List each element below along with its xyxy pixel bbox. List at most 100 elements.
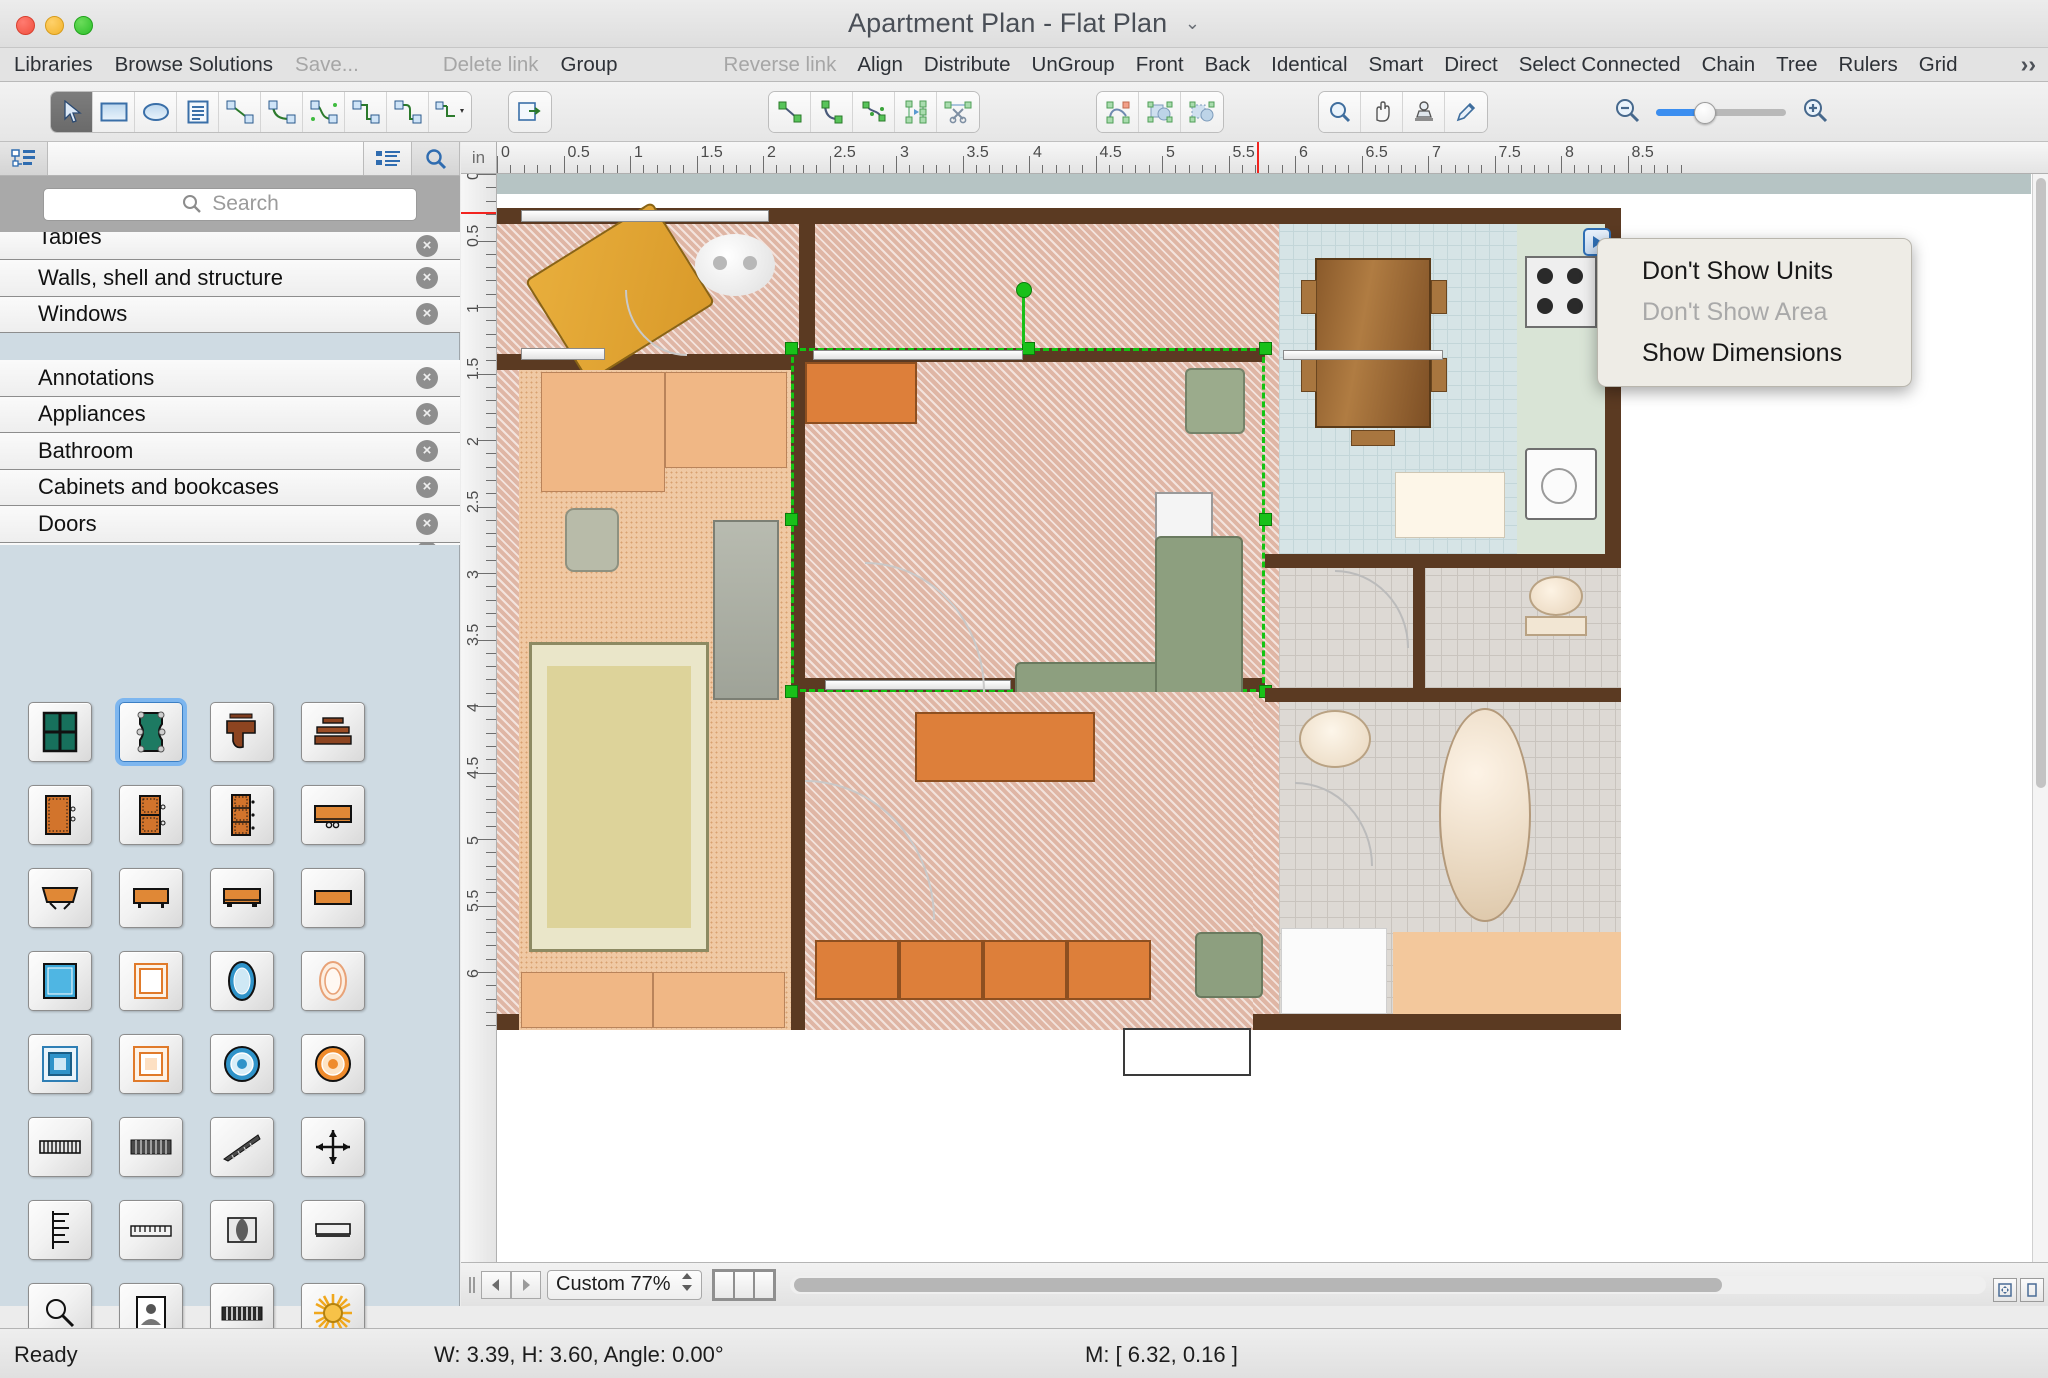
measure-ruler-shape[interactable]: [118, 1199, 183, 1260]
shape-cell[interactable]: [105, 1022, 196, 1105]
toolbar-group-insert[interactable]: [508, 91, 552, 133]
rug-square-blue-shape[interactable]: [27, 950, 92, 1011]
library-row-windows[interactable]: Windows ×: [0, 296, 460, 333]
context-menu-item-dont-show-units[interactable]: Don't Show Units: [1598, 251, 1911, 292]
menu-item-front[interactable]: Front: [1136, 53, 1184, 77]
rug-round-blue-shape[interactable]: [209, 1033, 274, 1094]
union-shapes-tool[interactable]: [1139, 92, 1181, 132]
cabinet-tall-shape[interactable]: [27, 784, 92, 845]
radiator-shape[interactable]: [27, 1116, 92, 1177]
north-arrow-shape[interactable]: [300, 1116, 365, 1177]
window-double-casement-shape[interactable]: [27, 701, 92, 762]
window-kitchen[interactable]: [1283, 350, 1443, 360]
library-search-bar[interactable]: Search: [0, 176, 460, 232]
stamp-tool[interactable]: [1403, 92, 1445, 132]
round-table-shape[interactable]: [695, 234, 775, 296]
menu-item-chain[interactable]: Chain: [1702, 53, 1756, 77]
zoom-slider[interactable]: [1656, 102, 1786, 124]
shape-cell[interactable]: [14, 1022, 105, 1105]
canvas-bottom-bar[interactable]: Custom 77%: [461, 1262, 2048, 1306]
library-row-doors[interactable]: Doors ×: [0, 506, 460, 543]
office-chair[interactable]: [565, 508, 619, 572]
library-tree-icon[interactable]: [0, 142, 48, 175]
eyedropper-tool[interactable]: [1445, 92, 1487, 132]
dining-chair-4[interactable]: [1431, 358, 1447, 392]
shape-cell[interactable]: [105, 939, 196, 1022]
vertical-scrollbar[interactable]: [2032, 174, 2048, 1262]
menu-item-rulers[interactable]: Rulers: [1839, 53, 1898, 77]
table-stack-shape[interactable]: [300, 701, 365, 762]
page-tab-3[interactable]: [754, 1271, 773, 1298]
library-panel[interactable]: Search Tables × Walls, shell and structu…: [0, 142, 460, 1378]
rug-nested-square-blue-shape[interactable]: [27, 1033, 92, 1094]
toolbar-group-draw[interactable]: [50, 91, 472, 133]
right-angle-connector-tool[interactable]: [345, 92, 387, 132]
edit-node-tool[interactable]: [1097, 92, 1139, 132]
shape-cell[interactable]: [14, 1105, 105, 1188]
shape-cell[interactable]: [287, 939, 378, 1022]
table-rect-shape[interactable]: [300, 784, 365, 845]
shape-cell[interactable]: [196, 856, 287, 939]
insert-picture-tool[interactable]: [509, 92, 551, 132]
library-list-icon[interactable]: [364, 142, 412, 175]
text-tool[interactable]: [177, 92, 219, 132]
shape-cell[interactable]: [105, 1105, 196, 1188]
close-icon[interactable]: ×: [416, 439, 438, 462]
library-search-icon[interactable]: [412, 142, 460, 175]
toilet-bowl[interactable]: [1529, 576, 1583, 616]
zoom-in-icon[interactable]: [1800, 96, 1830, 129]
shape-cell[interactable]: [14, 1188, 105, 1271]
cabinet-bottom-left-2[interactable]: [653, 972, 785, 1028]
straight-connector-tool[interactable]: [219, 92, 261, 132]
library-row-annotations[interactable]: Annotations ×: [0, 360, 460, 397]
menubar-mid-group[interactable]: Delete link Group: [443, 53, 618, 77]
dining-chair-3[interactable]: [1431, 280, 1447, 314]
cabinet-bottom-left[interactable]: [521, 972, 653, 1028]
menubar-left-group[interactable]: Libraries Browse Solutions Save...: [14, 53, 359, 77]
dining-chair-2[interactable]: [1301, 358, 1317, 392]
fit-page-icon[interactable]: [1993, 1278, 2017, 1302]
shape-cell[interactable]: [105, 690, 196, 773]
shape-cell[interactable]: [287, 690, 378, 773]
shape-cell[interactable]: [105, 773, 196, 856]
rug-oval-blue-shape[interactable]: [209, 950, 274, 1011]
next-page-icon[interactable]: [511, 1270, 541, 1299]
library-row-building-core[interactable]: Building core ×: [0, 542, 460, 545]
cabinet-three-drawer-shape[interactable]: [209, 784, 274, 845]
horizontal-scrollbar[interactable]: [789, 1275, 1986, 1294]
bench-shape[interactable]: [300, 867, 365, 928]
column-shape[interactable]: [209, 1199, 274, 1260]
main-toolbar[interactable]: [0, 82, 2048, 142]
resize-grip-icon[interactable]: [463, 1271, 481, 1299]
desk-left[interactable]: [541, 372, 665, 492]
dimension-context-menu[interactable]: Don't Show Units Don't Show Area Show Di…: [1597, 238, 1912, 387]
shoe-cabinet-1[interactable]: [815, 940, 899, 1000]
bezier-tool[interactable]: [853, 92, 895, 132]
shape-cell[interactable]: [287, 1022, 378, 1105]
menubar[interactable]: Libraries Browse Solutions Save... Delet…: [0, 48, 2048, 82]
curved-connector-tool[interactable]: [261, 92, 303, 132]
counter-shape[interactable]: [300, 1199, 365, 1260]
bathtub[interactable]: [1439, 708, 1531, 922]
ruler-unit-label[interactable]: in: [461, 142, 497, 174]
window-bottom-left[interactable]: [521, 348, 605, 360]
close-icon[interactable]: ×: [416, 366, 438, 389]
zoom-slider-group[interactable]: [1612, 96, 1830, 129]
desk-right[interactable]: [665, 372, 787, 468]
menu-item-smart[interactable]: Smart: [1369, 53, 1424, 77]
shoe-cabinet-3[interactable]: [983, 940, 1067, 1000]
selection-handle-bl[interactable]: [785, 685, 798, 698]
selection-handle-tr[interactable]: [1259, 342, 1272, 355]
reshape-tool[interactable]: [895, 92, 937, 132]
close-icon[interactable]: ×: [416, 542, 438, 545]
window-living-top[interactable]: [813, 350, 1023, 360]
shape-cell[interactable]: [196, 939, 287, 1022]
zoom-slider-handle[interactable]: [1694, 102, 1716, 124]
washbasin[interactable]: [1299, 710, 1371, 768]
shape-cell[interactable]: [287, 856, 378, 939]
toolbar-group-view[interactable]: [1318, 91, 1488, 133]
table-trapezoid-shape[interactable]: [27, 867, 92, 928]
vertical-scrollbar-thumb[interactable]: [2036, 178, 2046, 788]
armchair-living[interactable]: [1185, 368, 1245, 434]
close-icon[interactable]: ×: [416, 234, 438, 257]
